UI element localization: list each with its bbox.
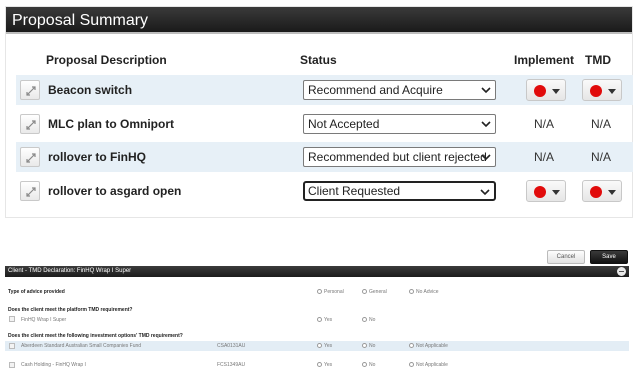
status-value: Client Requested <box>308 184 401 198</box>
chevron-down-icon <box>481 87 491 94</box>
status-value: Recommended but client rejected <box>308 150 487 164</box>
advice-radio-no-advice[interactable]: No Advice <box>409 289 439 295</box>
implement-na: N/A <box>534 150 555 164</box>
red-status-dot-icon <box>590 85 602 97</box>
proposal-row: rollover to FinHQ Recommended but client… <box>16 142 633 172</box>
investment-row: Cash Holding - FinHQ Wrap I FCS1349AU Ye… <box>5 360 629 370</box>
caret-down-icon <box>552 89 560 94</box>
tmd-declaration-title: Client - TMD Declaration: FinHQ Wrap I S… <box>8 268 132 274</box>
expand-arrows-icon <box>26 86 36 96</box>
status-select[interactable]: Recommended but client rejected <box>303 147 496 167</box>
cancel-button[interactable]: Cancel <box>547 250 585 264</box>
proposal-row: rollover to asgard open Client Requested <box>16 176 633 206</box>
tmd-na: N/A <box>591 150 612 164</box>
col-header-tmd: TMD <box>585 53 611 67</box>
proposal-description: MLC plan to Omniport <box>48 117 174 131</box>
expand-button[interactable] <box>20 181 40 201</box>
status-value: Not Accepted <box>308 117 380 131</box>
caret-down-icon <box>608 89 616 94</box>
proposal-description: rollover to FinHQ <box>48 150 147 164</box>
tmd-dropdown[interactable] <box>582 79 622 101</box>
proposal-summary-title: Proposal Summary <box>6 7 632 34</box>
expand-button[interactable] <box>20 80 40 100</box>
investment-name: Aberdeen Standard Australian Small Compa… <box>21 343 142 349</box>
expand-icon[interactable] <box>9 316 15 322</box>
tmd-dropdown[interactable] <box>582 180 622 202</box>
proposal-description: Beacon switch <box>48 83 133 97</box>
red-status-dot-icon <box>534 186 546 198</box>
proposal-row: MLC plan to Omniport Not Accepted N/A N/… <box>16 109 633 139</box>
expand-icon[interactable] <box>9 343 15 349</box>
implement-dropdown[interactable] <box>526 180 566 202</box>
collapse-icon[interactable] <box>617 267 626 276</box>
investment-code: FCS1349AU <box>217 362 246 368</box>
proposal-description: rollover to asgard open <box>48 184 182 198</box>
tmd-declaration-panel: Client - TMD Declaration: FinHQ Wrap I S… <box>5 266 629 382</box>
investment-radio-yes[interactable]: Yes <box>317 343 332 349</box>
expand-arrows-icon <box>26 120 36 130</box>
save-button[interactable]: Save <box>590 250 628 264</box>
investment-radio-no[interactable]: No <box>362 343 375 349</box>
status-value: Recommend and Acquire <box>308 83 443 97</box>
investment-radio-no[interactable]: No <box>362 362 375 368</box>
advice-type-label: Type of advice provided <box>8 289 65 295</box>
caret-down-icon <box>608 190 616 195</box>
investment-name: Cash Holding - FinHQ Wrap I <box>21 362 86 368</box>
status-select[interactable]: Not Accepted <box>303 114 496 134</box>
implement-na: N/A <box>534 117 555 131</box>
chevron-down-icon <box>481 154 491 161</box>
advice-radio-personal[interactable]: Personal <box>317 289 344 295</box>
status-select[interactable]: Client Requested <box>303 181 496 201</box>
tmd-declaration-header: Client - TMD Declaration: FinHQ Wrap I S… <box>5 266 629 277</box>
proposal-row: Beacon switch Recommend and Acquire <box>16 75 633 105</box>
investment-code: CSA0131AU <box>217 343 246 349</box>
investment-radio-yes[interactable]: Yes <box>317 362 332 368</box>
advice-radio-general[interactable]: General <box>362 289 387 295</box>
implement-dropdown[interactable] <box>526 79 566 101</box>
investment-radio-not-applicable[interactable]: Not Applicable <box>409 362 448 368</box>
investment-tmd-question: Does the client meet the following inves… <box>8 333 183 339</box>
chevron-down-icon <box>480 189 490 196</box>
col-header-status: Status <box>300 53 337 67</box>
red-status-dot-icon <box>590 186 602 198</box>
platform-radio-yes[interactable]: Yes <box>317 317 332 323</box>
expand-arrows-icon <box>26 187 36 197</box>
platform-tmd-question: Does the client meet the platform TMD re… <box>8 307 133 313</box>
platform-name: FinHQ Wrap I Super <box>21 317 67 323</box>
col-header-implement: Implement <box>514 53 575 67</box>
investment-row: Aberdeen Standard Australian Small Compa… <box>5 341 629 351</box>
col-header-description: Proposal Description <box>46 53 167 67</box>
expand-button[interactable] <box>20 147 40 167</box>
proposal-summary-panel: Proposal Summary Proposal Description St… <box>5 6 633 218</box>
chevron-down-icon <box>481 121 491 128</box>
expand-button[interactable] <box>20 114 40 134</box>
status-select[interactable]: Recommend and Acquire <box>303 80 496 100</box>
investment-radio-not-applicable[interactable]: Not Applicable <box>409 343 448 349</box>
expand-arrows-icon <box>26 153 36 163</box>
expand-icon[interactable] <box>9 362 15 368</box>
red-status-dot-icon <box>534 85 546 97</box>
caret-down-icon <box>552 190 560 195</box>
tmd-na: N/A <box>591 117 612 131</box>
platform-radio-no[interactable]: No <box>362 317 375 323</box>
